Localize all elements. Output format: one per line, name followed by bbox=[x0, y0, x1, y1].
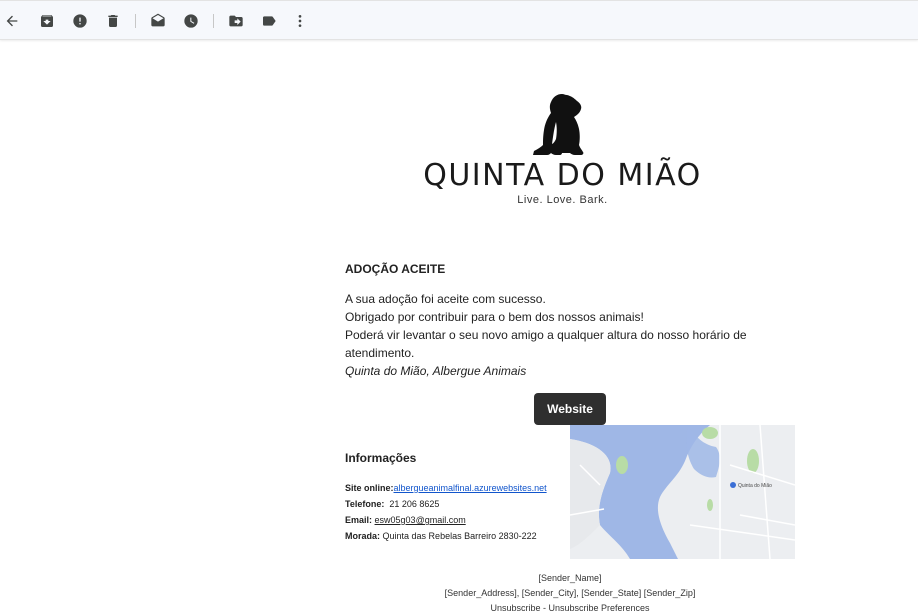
info-address: Morada: Quinta das Rebelas Barreiro 2830… bbox=[345, 528, 570, 544]
move-to-icon bbox=[229, 15, 243, 27]
footer-sender-address: [Sender_Address], [Sender_City], [Sender… bbox=[444, 588, 696, 598]
report-spam-button[interactable] bbox=[71, 12, 89, 30]
site-label: Site online: bbox=[345, 483, 394, 493]
logo-title: QUINTA DO MIÃO bbox=[423, 158, 702, 193]
phone-value: 21 206 8625 bbox=[389, 499, 440, 509]
email-heading: ADOÇÃO ACEITE bbox=[345, 262, 446, 276]
body-line: atendimento. bbox=[345, 346, 415, 360]
unsubscribe-link[interactable]: Unsubscribe bbox=[490, 603, 540, 613]
website-button[interactable]: Website bbox=[534, 393, 606, 425]
info-section: Informações Site online:albergueanimalfi… bbox=[345, 451, 570, 544]
mark-unread-button[interactable] bbox=[149, 12, 167, 30]
report-spam-icon bbox=[73, 14, 87, 28]
email-body: ADOÇÃO ACEITE A sua adoção foi aceite co… bbox=[345, 262, 765, 380]
logo-tagline: Live. Love. Bark. bbox=[517, 194, 608, 206]
delete-icon bbox=[108, 15, 118, 27]
archive-icon bbox=[41, 15, 53, 27]
map-image: Quinta do Mião bbox=[570, 425, 795, 559]
body-line: Poderá vir levantar o seu novo amigo a q… bbox=[345, 328, 747, 342]
mark-unread-icon bbox=[151, 13, 165, 27]
move-to-button[interactable] bbox=[227, 12, 245, 30]
footer-sender-name: [Sender_Name] bbox=[538, 573, 602, 583]
map-place-label: Quinta do Mião bbox=[738, 483, 772, 489]
phone-label: Telefone: bbox=[345, 499, 385, 509]
info-heading: Informações bbox=[345, 451, 417, 465]
location-map[interactable]: Quinta do Mião bbox=[570, 425, 795, 559]
brand-logo: QUINTA DO MIÃO Live. Love. Bark. bbox=[420, 90, 705, 215]
email-toolbar bbox=[0, 0, 918, 40]
info-phone: Telefone: 21 206 8625 bbox=[345, 496, 570, 512]
toolbar-divider bbox=[213, 14, 214, 28]
back-icon bbox=[6, 15, 18, 27]
email-label: Email: bbox=[345, 515, 373, 525]
info-email: Email: esw05g03@gmail.com bbox=[345, 512, 570, 528]
address-label: Morada: bbox=[345, 531, 381, 541]
site-link[interactable]: albergueanimalfinal.azurewebsites.net bbox=[394, 483, 547, 493]
snooze-button[interactable] bbox=[182, 12, 200, 30]
back-button[interactable] bbox=[3, 12, 21, 30]
label-button[interactable] bbox=[260, 12, 278, 30]
email-signature: Quinta do Mião, Albergue Animais bbox=[345, 364, 527, 378]
email-link[interactable]: esw05g03@gmail.com bbox=[375, 515, 466, 525]
dog-silhouette-icon bbox=[533, 94, 584, 155]
unsubscribe-preferences-link[interactable]: Unsubscribe Preferences bbox=[548, 603, 649, 613]
address-value: Quinta das Rebelas Barreiro 2830-222 bbox=[382, 531, 537, 541]
email-footer: [Sender_Name] [Sender_Address], [Sender_… bbox=[400, 571, 740, 616]
archive-button[interactable] bbox=[38, 12, 56, 30]
label-icon bbox=[263, 16, 276, 26]
snooze-icon bbox=[184, 14, 198, 28]
info-site: Site online:albergueanimalfinal.azureweb… bbox=[345, 480, 570, 496]
body-line: A sua adoção foi aceite com sucesso. bbox=[345, 292, 546, 306]
more-options-button[interactable] bbox=[291, 12, 309, 30]
body-line: Obrigado por contribuir para o bem dos n… bbox=[345, 310, 644, 324]
delete-button[interactable] bbox=[104, 12, 122, 30]
toolbar-divider bbox=[135, 14, 136, 28]
more-options-icon bbox=[298, 15, 302, 27]
